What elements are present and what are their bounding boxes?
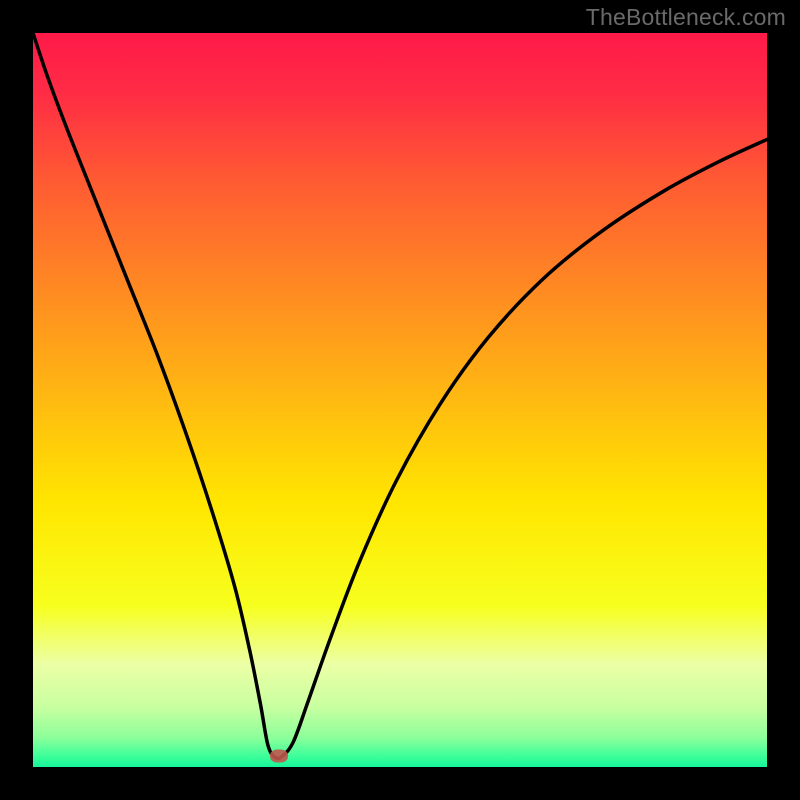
optimal-marker-icon xyxy=(270,749,288,762)
gradient-background xyxy=(33,33,767,767)
chart-stage: { "watermark_text": "TheBottleneck.com",… xyxy=(0,0,800,800)
watermark-text: TheBottleneck.com xyxy=(586,4,786,31)
